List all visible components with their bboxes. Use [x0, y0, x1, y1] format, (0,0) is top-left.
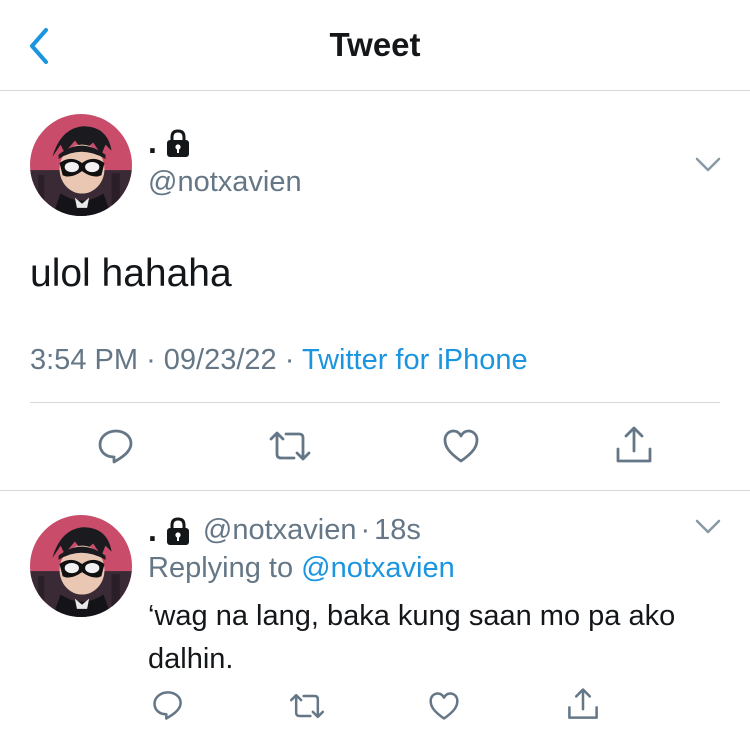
share-button[interactable]: [614, 425, 654, 470]
reply-header: . @notxavien · 18s: [148, 512, 421, 549]
reply-text: ‘wag na lang, baka kung saan mo pa ako d…: [148, 600, 676, 675]
divider: [0, 490, 750, 491]
reply-like-button[interactable]: [428, 691, 460, 726]
reply-icon: [153, 691, 182, 720]
reply-age: 18s: [374, 514, 421, 546]
divider: [30, 402, 720, 403]
retweet-icon: [269, 431, 311, 461]
tweet-time: 3:54 PM: [30, 344, 138, 376]
share-icon: [616, 426, 652, 463]
tweet-source-link[interactable]: Twitter for iPhone: [302, 344, 528, 376]
separator: ·: [360, 514, 371, 546]
lock-icon: [166, 128, 189, 157]
handle[interactable]: @notxavien: [148, 166, 302, 199]
like-icon: [429, 692, 459, 720]
retweet-icon: [289, 693, 325, 719]
avatar-image: [30, 114, 132, 216]
tweet-meta: 3:54 PM · 09/23/22 · Twitter for iPhone: [30, 344, 528, 377]
reply-reply-button[interactable]: [152, 689, 184, 726]
separator: ·: [284, 344, 295, 376]
display-name[interactable]: .: [148, 124, 191, 161]
tweet-text: ulol hahaha: [30, 252, 232, 295]
avatar-image: [30, 515, 132, 617]
reply-icon: [98, 429, 133, 464]
reply-handle[interactable]: @notxavien: [203, 514, 357, 547]
replying-prefix: Replying to: [148, 552, 294, 584]
display-name-text: .: [148, 124, 157, 160]
reply-button[interactable]: [97, 427, 135, 470]
separator: ·: [146, 344, 156, 376]
reply-display-name[interactable]: .: [148, 512, 157, 549]
avatar[interactable]: [30, 114, 132, 216]
retweet-button[interactable]: [268, 428, 312, 469]
reply-retweet-button[interactable]: [288, 691, 326, 726]
reply-share-button[interactable]: [566, 687, 600, 726]
share-icon: [568, 688, 598, 719]
top-bar: Tweet: [0, 0, 750, 91]
chevron-down-icon[interactable]: [694, 518, 722, 536]
chevron-down-icon[interactable]: [694, 156, 722, 174]
lock-icon: [166, 516, 189, 545]
page-title: Tweet: [329, 26, 421, 63]
like-icon: [443, 429, 479, 463]
tweet-date: 09/23/22: [163, 344, 277, 376]
replying-mention-link[interactable]: @notxavien: [301, 552, 455, 584]
like-button[interactable]: [442, 428, 480, 469]
reply-avatar[interactable]: [30, 515, 132, 617]
replying-to: Replying to @notxavien: [148, 552, 455, 585]
